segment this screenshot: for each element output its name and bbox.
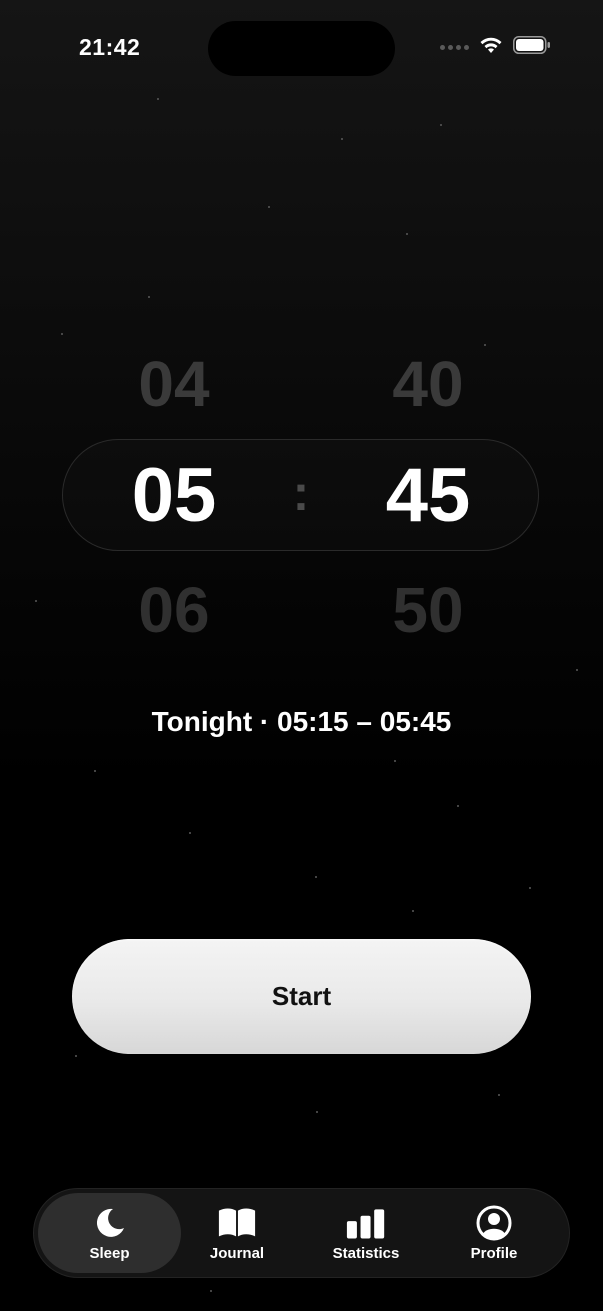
hour-selected[interactable]: 05	[104, 452, 244, 539]
sleep-screen: 21:42 04 40 05 : 45 06 50 Tonight · 05:1…	[0, 0, 603, 1311]
status-time: 21:42	[79, 34, 141, 60]
bar-chart-icon	[346, 1205, 386, 1241]
book-icon	[217, 1205, 257, 1241]
dynamic-island	[208, 21, 395, 76]
tab-journal-label: Journal	[209, 1244, 265, 1262]
start-button[interactable]: Start	[72, 939, 531, 1054]
tab-statistics[interactable]: Statistics	[306, 1189, 426, 1277]
moon-icon	[90, 1205, 130, 1241]
tab-sleep[interactable]: Sleep	[38, 1193, 181, 1273]
tab-journal[interactable]: Journal	[177, 1189, 297, 1277]
tab-profile[interactable]: Profile	[434, 1189, 554, 1277]
profile-icon	[474, 1205, 514, 1241]
status-icons	[440, 36, 551, 59]
time-separator: :	[292, 465, 310, 521]
hour-option-previous[interactable]: 04	[104, 347, 244, 421]
wifi-icon	[479, 36, 503, 59]
minute-option-next[interactable]: 50	[358, 573, 498, 647]
tab-statistics-label: Statistics	[332, 1244, 400, 1262]
start-button-label: Start	[271, 981, 332, 1011]
tab-bar: Sleep Journal Statistics Profile	[33, 1188, 570, 1278]
hour-option-next[interactable]: 06	[104, 573, 244, 647]
tab-sleep-label: Sleep	[89, 1244, 130, 1262]
minute-option-previous[interactable]: 40	[358, 347, 498, 421]
battery-icon	[513, 36, 551, 59]
tab-profile-label: Profile	[470, 1244, 518, 1262]
schedule-summary: Tonight · 05:15 – 05:45	[151, 706, 452, 737]
cellular-signal-icon	[440, 45, 469, 50]
minute-selected[interactable]: 45	[358, 452, 498, 539]
